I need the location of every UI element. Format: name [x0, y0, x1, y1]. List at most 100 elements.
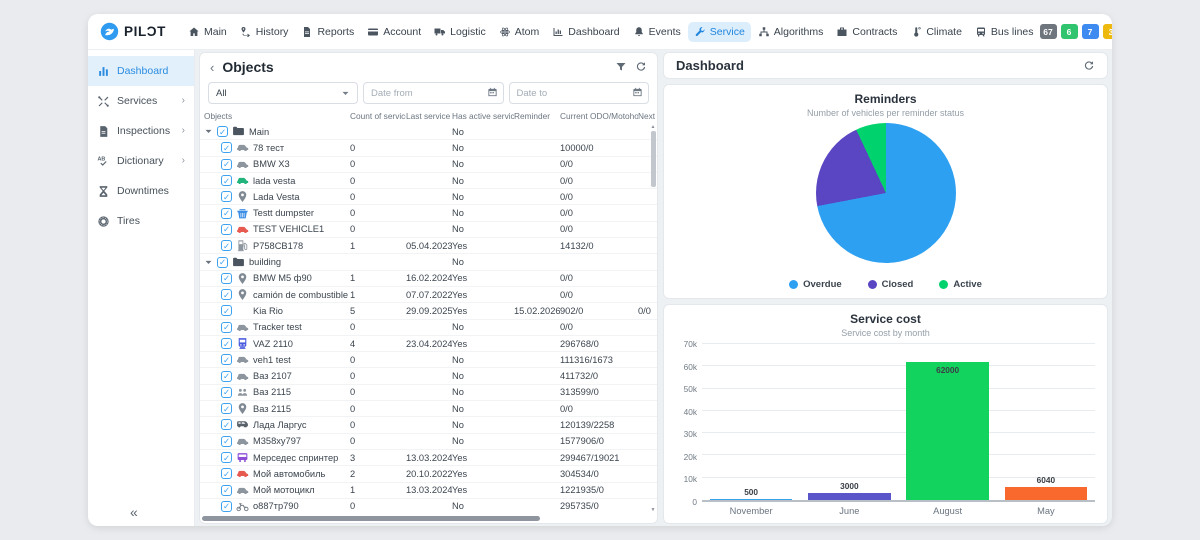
sidebar-item-dictionary[interactable]: ABDictionary› — [88, 146, 194, 176]
table-row[interactable]: ✓Мой мотоцикл113.03.2024Yes1221935/0 — [200, 483, 657, 499]
table-row[interactable]: ✓BMW X30No0/0 — [200, 157, 657, 173]
nav-item-account[interactable]: Account — [361, 22, 427, 42]
cell-active: No — [452, 127, 514, 137]
row-checkbox[interactable]: ✓ — [221, 208, 232, 219]
nav-item-dashboard[interactable]: Dashboard — [546, 22, 625, 42]
row-checkbox[interactable]: ✓ — [221, 387, 232, 398]
date-to-input[interactable] — [509, 82, 650, 104]
row-checkbox[interactable]: ✓ — [221, 240, 232, 251]
nav-item-main[interactable]: Main — [182, 22, 233, 42]
nav-item-history[interactable]: History — [234, 22, 295, 42]
calendar-icon[interactable] — [487, 87, 498, 98]
vertical-scrollbar[interactable]: ▲▼ — [649, 124, 657, 514]
counter-badge[interactable]: 6 — [1061, 24, 1078, 39]
sidebar-item-services[interactable]: Services› — [88, 86, 194, 116]
app-logo[interactable]: PILƆT — [100, 22, 166, 41]
row-checkbox[interactable]: ✓ — [221, 322, 232, 333]
row-checkbox[interactable]: ✓ — [221, 436, 232, 447]
table-row[interactable]: ✓о887тр7900No295735/0 — [200, 499, 657, 514]
table-row[interactable]: ✓Лада Ларгус0No120139/2258 — [200, 417, 657, 433]
caret-down-icon[interactable] — [204, 258, 213, 267]
collapse-sidebar-button[interactable]: « — [130, 504, 138, 520]
nav-item-atom[interactable]: Atom — [493, 22, 546, 42]
calendar-icon[interactable] — [632, 87, 643, 98]
sidebar-item-downtimes[interactable]: Downtimes — [88, 176, 194, 206]
counter-badge[interactable]: 67 — [1040, 24, 1057, 39]
table-row[interactable]: ✓camión de combustible107.07.2022Yes0/0 — [200, 287, 657, 303]
table-row[interactable]: ✓TEST VEHICLE10No0/0 — [200, 222, 657, 238]
table-row[interactable]: ✓lada vesta0No0/0 — [200, 173, 657, 189]
sidebar-item-inspections[interactable]: Inspections› — [88, 116, 194, 146]
car-icon — [236, 321, 249, 334]
table-row[interactable]: ✓Ваз 21150No313599/0 — [200, 385, 657, 401]
object-type-select[interactable]: All — [208, 82, 358, 104]
table-row[interactable]: ✓BMW M5 ф90116.02.2024Yes0/0 — [200, 271, 657, 287]
cell-count: 0 — [350, 371, 406, 381]
legend-item-active[interactable]: Active — [939, 279, 982, 290]
row-checkbox[interactable]: ✓ — [221, 142, 232, 153]
nav-item-contracts[interactable]: Contracts — [830, 22, 903, 42]
table-row[interactable]: ✓М358ху7970No1577906/0 — [200, 434, 657, 450]
row-checkbox[interactable]: ✓ — [221, 354, 232, 365]
legend-item-overdue[interactable]: Overdue — [789, 279, 842, 290]
nav-item-climate[interactable]: Climate — [904, 22, 968, 42]
table-row[interactable]: ✓Ваз 21150No0/0 — [200, 401, 657, 417]
table-row[interactable]: ✓Мой автомобиль220.10.2022Yes304534/0 — [200, 466, 657, 482]
row-checkbox[interactable]: ✓ — [221, 485, 232, 496]
bar-may[interactable] — [1005, 487, 1088, 500]
horizontal-scrollbar[interactable] — [200, 514, 657, 523]
counter-badge[interactable]: 3 — [1103, 24, 1112, 39]
nav-item-bus-lines[interactable]: Bus lines — [969, 22, 1040, 42]
group-row[interactable]: ✓MainNo — [200, 124, 657, 140]
table-row[interactable]: ✓veh1 test0No111316/1673 — [200, 352, 657, 368]
row-checkbox[interactable]: ✓ — [217, 126, 228, 137]
objects-refresh-icon[interactable] — [635, 61, 647, 73]
counter-badge[interactable]: 7 — [1082, 24, 1099, 39]
cell-active: No — [452, 192, 514, 202]
date-from-input[interactable] — [363, 82, 504, 104]
bar-august[interactable] — [906, 362, 989, 500]
table-row[interactable]: ✓Ваз 21070No411732/0 — [200, 368, 657, 384]
nav-item-service[interactable]: Service — [688, 22, 751, 42]
table-row[interactable]: ✓Мерседес спринтер313.03.2024Yes299467/1… — [200, 450, 657, 466]
table-row[interactable]: ✓Kia Rio529.09.2025Yes15.02.2026902/00/0 — [200, 303, 657, 319]
row-checkbox[interactable]: ✓ — [221, 468, 232, 479]
caret-down-icon[interactable] — [204, 127, 213, 136]
row-checkbox[interactable]: ✓ — [221, 305, 232, 316]
nav-item-reports[interactable]: Reports — [295, 22, 360, 42]
bar-november[interactable] — [710, 499, 793, 500]
cell-active: No — [452, 208, 514, 218]
row-checkbox[interactable]: ✓ — [221, 289, 232, 300]
row-checkbox[interactable]: ✓ — [221, 159, 232, 170]
filter-funnel-icon[interactable] — [615, 61, 627, 73]
row-checkbox[interactable]: ✓ — [221, 403, 232, 414]
sidebar-item-tires[interactable]: Tires — [88, 206, 194, 236]
y-tick-label: 60k — [684, 362, 697, 372]
row-checkbox[interactable]: ✓ — [221, 371, 232, 382]
table-row[interactable]: ✓VAZ 2110423.04.2024Yes296768/0 — [200, 336, 657, 352]
row-checkbox[interactable]: ✓ — [221, 224, 232, 235]
row-checkbox[interactable]: ✓ — [221, 338, 232, 349]
row-checkbox[interactable]: ✓ — [221, 452, 232, 463]
bar-june[interactable] — [808, 493, 891, 500]
table-row[interactable]: ✓Testt dumpster0No0/0 — [200, 205, 657, 221]
group-row[interactable]: ✓buildingNo — [200, 254, 657, 270]
sidebar-item-dashboard[interactable]: Dashboard — [88, 56, 194, 86]
row-checkbox[interactable]: ✓ — [221, 419, 232, 430]
nav-item-logistic[interactable]: Logistic — [428, 22, 492, 42]
legend-item-closed[interactable]: Closed — [868, 279, 914, 290]
table-row[interactable]: ✓Lada Vesta0No0/0 — [200, 189, 657, 205]
dashboard-refresh-icon[interactable] — [1083, 60, 1095, 72]
row-checkbox[interactable]: ✓ — [221, 191, 232, 202]
reminders-pie-chart[interactable] — [816, 123, 956, 263]
nav-item-events[interactable]: Events — [627, 22, 687, 42]
row-checkbox[interactable]: ✓ — [221, 175, 232, 186]
row-checkbox[interactable]: ✓ — [221, 273, 232, 284]
row-checkbox[interactable]: ✓ — [221, 501, 232, 512]
table-row[interactable]: ✓Tracker test0No0/0 — [200, 320, 657, 336]
nav-item-algorithms[interactable]: Algorithms — [752, 22, 830, 42]
table-row[interactable]: ✓P758CB178105.04.2023Yes14132/0 — [200, 238, 657, 254]
table-row[interactable]: ✓78 тест0No10000/0 — [200, 140, 657, 156]
back-button[interactable]: ‹ — [210, 61, 214, 74]
row-checkbox[interactable]: ✓ — [217, 257, 228, 268]
